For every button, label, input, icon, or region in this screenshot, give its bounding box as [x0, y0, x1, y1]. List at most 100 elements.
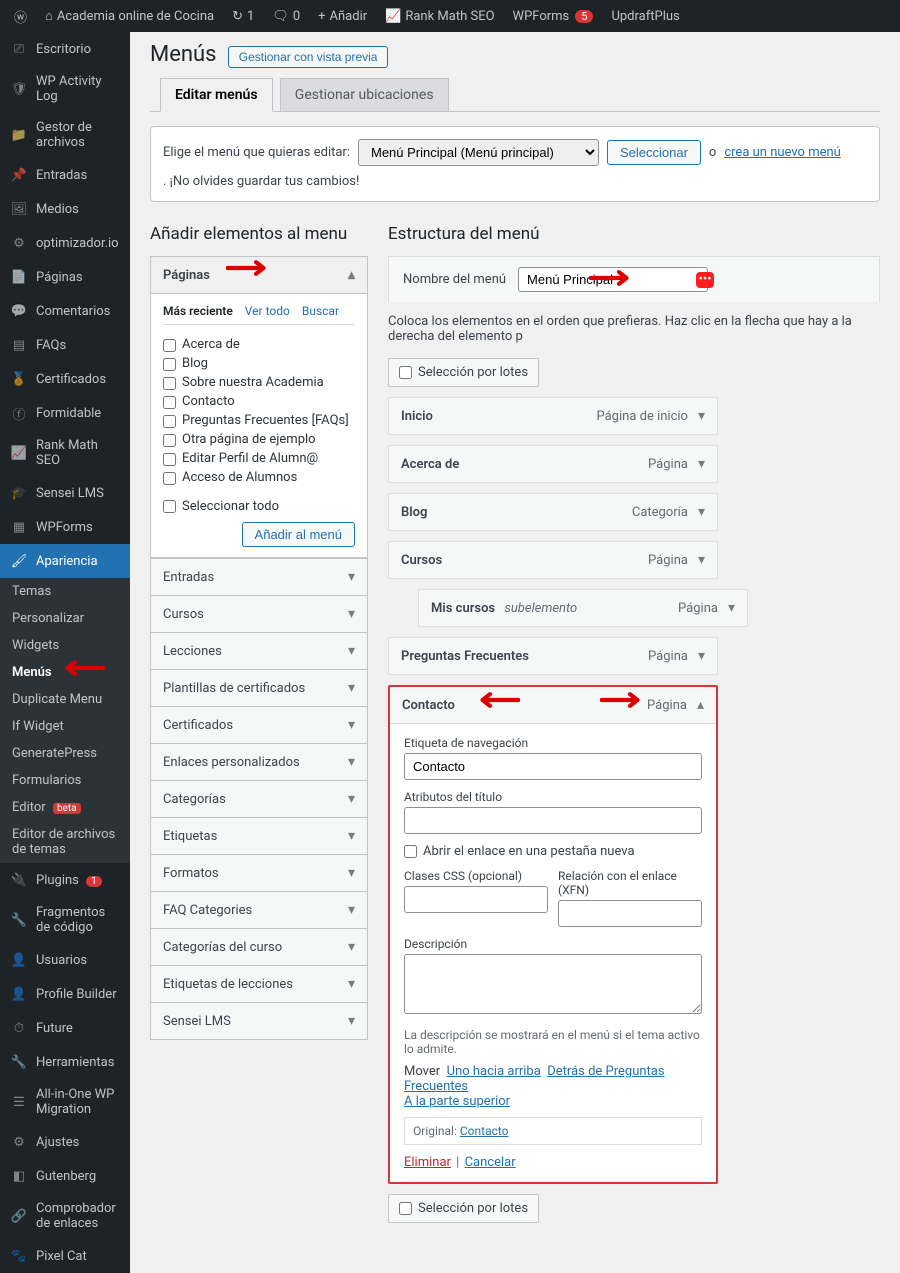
menu-item-head[interactable]: CursosPágina▾ — [389, 542, 717, 578]
add-to-menu-button[interactable]: Añadir al menú — [242, 522, 355, 547]
sidebar-item-pixel-cat[interactable]: 🐾Pixel Cat — [0, 1239, 130, 1273]
add-new[interactable]: + Añadir — [312, 9, 373, 24]
sidebar-item-certificados[interactable]: 🏅Certificados — [0, 362, 130, 396]
sidebar-item-entradas[interactable]: 📌Entradas — [0, 158, 130, 192]
wpforms-bar[interactable]: WPForms 5 — [507, 9, 600, 24]
sidebar-item-gestor-de-archivos[interactable]: 📁Gestor de archivos — [0, 112, 130, 158]
page-check-otra-p-gina-de-ejemplo[interactable]: Otra página de ejemplo — [163, 430, 355, 449]
sidebar-item-all-in-one-wp-migration[interactable]: ☰All-in-One WP Migration — [0, 1079, 130, 1125]
accordion-pages-head[interactable]: Páginas ▴ — [151, 257, 367, 294]
page-check-preguntas-frecuentes-faqs-[interactable]: Preguntas Frecuentes [FAQs] — [163, 411, 355, 430]
sidebar-item-sensei-lms[interactable]: 🎓Sensei LMS — [0, 476, 130, 510]
tab-manage-locations[interactable]: Gestionar ubicaciones — [280, 78, 449, 111]
page-check-editar-perfil-de-alumn-[interactable]: Editar Perfil de Alumn@ — [163, 449, 355, 468]
sidebar-item-wpforms[interactable]: ▦WPForms — [0, 510, 130, 544]
move-top-link[interactable]: A la parte superior — [404, 1094, 510, 1109]
menu-icon: ▤ — [10, 336, 28, 354]
sidebar-item-faqs[interactable]: ▤FAQs — [0, 328, 130, 362]
accordion-certificados[interactable]: Certificados▾ — [151, 707, 367, 743]
subtab-all[interactable]: Ver todo — [245, 304, 290, 318]
menu-item-head[interactable]: Acerca dePágina▾ — [389, 446, 717, 482]
updates-icon[interactable]: ↻ 1 — [226, 9, 260, 24]
submenu-editor[interactable]: Editor beta — [0, 794, 130, 821]
sidebar-item-ajustes[interactable]: ⚙Ajustes — [0, 1125, 130, 1159]
sidebar-item-medios[interactable]: 🖼Medios — [0, 192, 130, 226]
wp-logo-icon[interactable]: ⓦ — [8, 7, 33, 26]
accordion-cursos[interactable]: Cursos▾ — [151, 596, 367, 632]
site-name[interactable]: ⌂ Academia online de Cocina — [39, 8, 220, 24]
bulk-select-bottom[interactable]: Selección por lotes — [388, 1194, 539, 1223]
comments-icon[interactable]: 🗨 0 — [266, 9, 306, 24]
submenu-widgets[interactable]: Widgets — [0, 632, 130, 659]
menu-item-head[interactable]: InicioPágina de inicio▾ — [389, 398, 717, 434]
accordion-categorías[interactable]: Categorías▾ — [151, 781, 367, 817]
select-all-checkbox[interactable] — [163, 500, 176, 513]
css-classes-input[interactable] — [404, 886, 548, 913]
accordion-entradas[interactable]: Entradas▾ — [151, 559, 367, 595]
xfn-input[interactable] — [558, 900, 702, 927]
menu-item-head[interactable]: Preguntas FrecuentesPágina▾ — [389, 638, 717, 674]
sidebar-item-escritorio[interactable]: ⎚Escritorio — [0, 32, 130, 66]
submenu-personalizar[interactable]: Personalizar — [0, 605, 130, 632]
select-menu-button[interactable]: Seleccionar — [607, 140, 701, 165]
manage-preview-button[interactable]: Gestionar con vista previa — [228, 46, 389, 68]
submenu-editor-de-archivos-de-temas[interactable]: Editor de archivos de temas — [0, 821, 130, 863]
subtab-search[interactable]: Buscar — [302, 304, 339, 318]
submenu-if-widget[interactable]: If Widget — [0, 713, 130, 740]
accordion-plantillas-de-certificados[interactable]: Plantillas de certificados▾ — [151, 670, 367, 706]
updraft-bar[interactable]: UpdraftPlus — [605, 9, 685, 24]
sidebar-item-apariencia[interactable]: 🖌 Apariencia — [0, 544, 130, 578]
create-new-menu-link[interactable]: crea un nuevo menú — [724, 145, 841, 160]
sidebar-item-formidable[interactable]: ⓕFormidable — [0, 396, 130, 430]
submenu-generatepress[interactable]: GeneratePress — [0, 740, 130, 767]
accordion-enlaces-personalizados[interactable]: Enlaces personalizados▾ — [151, 744, 367, 780]
sidebar-item-profile-builder[interactable]: 👤Profile Builder — [0, 977, 130, 1011]
nav-label-input[interactable] — [404, 753, 702, 780]
menu-name-row: Nombre del menú ••• — [388, 256, 880, 302]
sidebar-item-plugins[interactable]: 🔌Plugins 1 — [0, 863, 130, 897]
submenu-duplicate-menu[interactable]: Duplicate Menu — [0, 686, 130, 713]
page-check-contacto[interactable]: Contacto — [163, 392, 355, 411]
sidebar-item-herramientas[interactable]: 🔧Herramientas — [0, 1045, 130, 1079]
menu-selector[interactable]: Menú Principal (Menú principal) — [358, 139, 599, 166]
tab-edit-menus[interactable]: Editar menús — [160, 78, 273, 112]
accordion-faq-categories[interactable]: FAQ Categories▾ — [151, 892, 367, 928]
sidebar-item-gutenberg[interactable]: ◧Gutenberg — [0, 1159, 130, 1193]
sidebar-item-comentarios[interactable]: 💬Comentarios — [0, 294, 130, 328]
menu-name-input[interactable] — [518, 267, 708, 292]
accordion-formatos[interactable]: Formatos▾ — [151, 855, 367, 891]
submenu-formularios[interactable]: Formularios — [0, 767, 130, 794]
sidebar-item-wp-activity-log[interactable]: 🛡WP Activity Log — [0, 66, 130, 112]
sidebar-item-rank-math-seo[interactable]: 📈Rank Math SEO — [0, 430, 130, 476]
submenu-menús[interactable]: Menús — [0, 659, 130, 686]
page-check-sobre-nuestra-academia[interactable]: Sobre nuestra Academia — [163, 373, 355, 392]
subtab-recent[interactable]: Más reciente — [163, 304, 233, 318]
bulk-select-top[interactable]: Selección por lotes — [388, 358, 539, 387]
menu-item-head[interactable]: Mis cursos subelementoPágina▾ — [419, 590, 747, 626]
accordion-etiquetas[interactable]: Etiquetas▾ — [151, 818, 367, 854]
desc-textarea[interactable] — [404, 954, 702, 1014]
accordion-sensei-lms[interactable]: Sensei LMS▾ — [151, 1003, 367, 1039]
sidebar-item-future[interactable]: ⏱Future — [0, 1011, 130, 1045]
accordion-categorías-del-curso[interactable]: Categorías del curso▾ — [151, 929, 367, 965]
sidebar-item-fragmentos-de-código[interactable]: 🔧Fragmentos de código — [0, 897, 130, 943]
rankmath-bar[interactable]: 📈 Rank Math SEO — [379, 9, 500, 24]
sidebar-item-optimizador.io[interactable]: ⚙optimizador.io — [0, 226, 130, 260]
page-check-acceso-de-alumnos[interactable]: Acceso de Alumnos — [163, 468, 355, 487]
remove-link[interactable]: Eliminar — [404, 1155, 451, 1170]
sidebar-item-comprobador-de-enlaces[interactable]: 🔗Comprobador de enlaces — [0, 1193, 130, 1239]
cancel-link[interactable]: Cancelar — [465, 1155, 516, 1170]
new-tab-checkbox[interactable] — [404, 845, 417, 858]
page-check-acerca-de[interactable]: Acerca de — [163, 335, 355, 354]
submenu-temas[interactable]: Temas — [0, 578, 130, 605]
accordion-etiquetas-de-lecciones[interactable]: Etiquetas de lecciones▾ — [151, 966, 367, 1002]
menu-item-head[interactable]: BlogCategoría▾ — [389, 494, 717, 530]
accordion-lecciones[interactable]: Lecciones▾ — [151, 633, 367, 669]
sidebar-item-páginas[interactable]: 📄Páginas — [0, 260, 130, 294]
menu-item-contacto-head[interactable]: Contacto Página ▴ — [390, 687, 716, 724]
original-link[interactable]: Contacto — [460, 1124, 509, 1138]
title-attr-input[interactable] — [404, 807, 702, 834]
move-up-link[interactable]: Uno hacia arriba — [447, 1064, 541, 1079]
sidebar-item-usuarios[interactable]: 👤Usuarios — [0, 943, 130, 977]
page-check-blog[interactable]: Blog — [163, 354, 355, 373]
